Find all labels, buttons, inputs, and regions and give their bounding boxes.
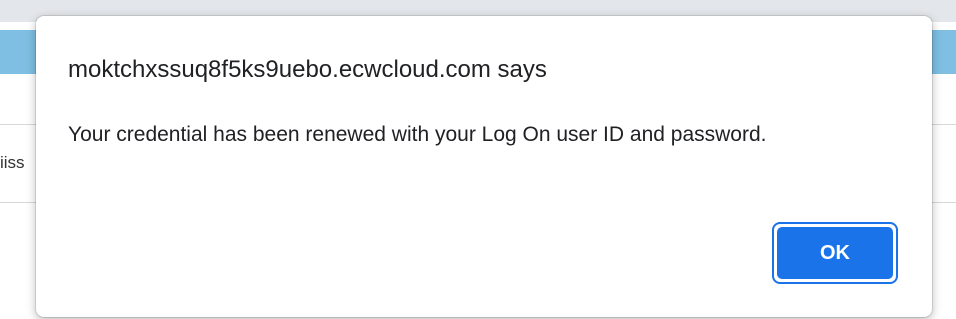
dialog-message: Your credential has been renewed with yo… — [68, 123, 767, 146]
dialog-title: moktchxssuq8f5ks9uebo.ecwcloud.com says — [68, 56, 547, 83]
ok-button[interactable]: OK — [772, 222, 898, 284]
alert-dialog: moktchxssuq8f5ks9uebo.ecwcloud.com says … — [36, 16, 932, 317]
background-text-fragment: iiss — [0, 153, 25, 172]
ok-button-label: OK — [777, 227, 893, 279]
